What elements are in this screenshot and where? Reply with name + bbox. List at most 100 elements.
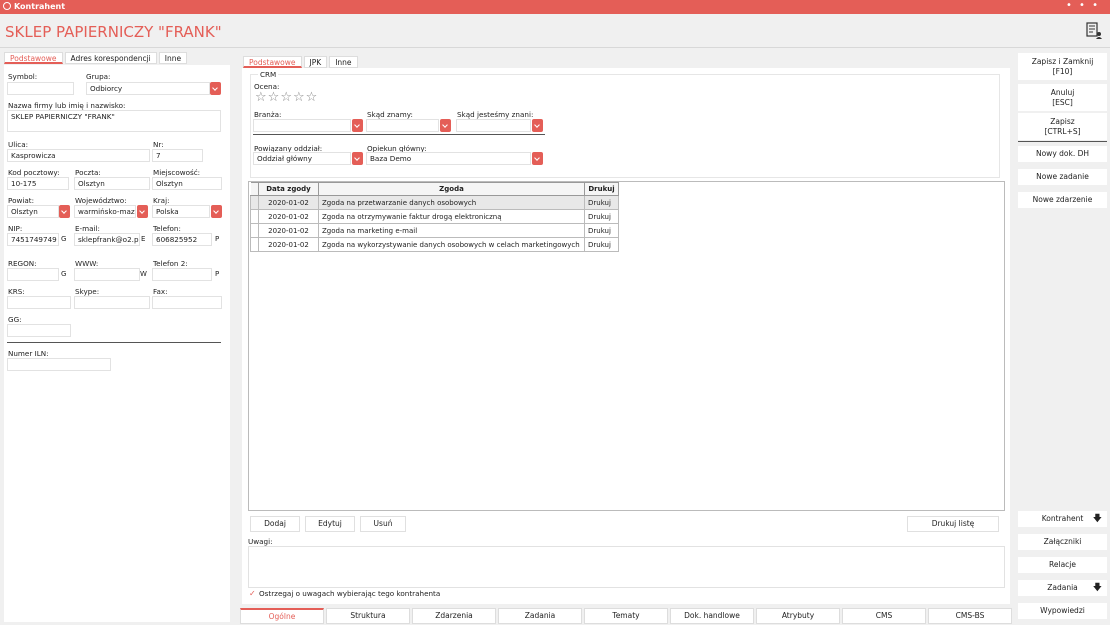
kontrahent-button[interactable]: Kontrahent 🡇 [1018,511,1107,527]
drukuj-liste-button[interactable]: Drukuj listę [907,516,999,532]
usun-button[interactable]: Usuń [360,516,406,532]
skad-jestesmy-select[interactable] [456,119,531,132]
wojewodztwo-dropdown-icon[interactable] [137,205,148,218]
iln-input[interactable] [7,358,111,371]
regon-gus-button[interactable]: G [61,268,66,280]
cell-zgoda: Zgoda na przetwarzanie danych osobowych [318,195,585,210]
tab-struktura[interactable]: Struktura [326,608,410,624]
email-input[interactable]: sklepfrank@o2.pl [74,233,140,246]
ostrzegaj-checkbox-icon[interactable]: ✓ [249,589,256,598]
star-icon[interactable]: ☆ [293,91,305,104]
krs-input[interactable] [7,296,71,309]
tab-ogolne[interactable]: Ogólne [240,608,324,624]
uwagi-textarea[interactable] [248,546,1005,588]
kraj-dropdown-icon[interactable] [211,205,222,218]
nowy-dok-dh-button[interactable]: Nowy dok. DH [1018,146,1107,162]
powiat-select[interactable]: Olsztyn [7,205,59,218]
grupa-dropdown-icon[interactable] [210,82,221,95]
table-row[interactable]: 2020-01-02 Zgoda na przetwarzanie danych… [250,195,619,210]
drukuj-button[interactable]: Drukuj [584,237,619,252]
zapisz-i-zamknij-button[interactable]: Zapisz i Zamknij [F10] [1018,53,1107,80]
ulica-input[interactable]: Kasprowicza [7,149,150,162]
rating-stars[interactable]: ☆ ☆ ☆ ☆ ☆ [255,91,317,104]
table-row[interactable]: 2020-01-02 Zgoda na otrzymywanie faktur … [250,209,619,224]
col-zgoda[interactable]: Zgoda [318,182,585,196]
wojewodztwo-select[interactable]: warmińsko-mazu [74,205,136,218]
wypowiedzi-button[interactable]: Wypowiedzi [1018,603,1107,619]
opiekun-select[interactable]: Baza Demo [366,152,531,165]
tab-podstawowe-mid[interactable]: Podstawowe [243,56,302,68]
www-input[interactable] [74,268,140,281]
arrow-down-icon: 🡇 [1092,583,1102,593]
star-icon[interactable]: ☆ [280,91,292,104]
tab-tematy[interactable]: Tematy [584,608,668,624]
skad-znamy-select[interactable] [366,119,439,132]
row-selector[interactable] [250,209,259,224]
miejscowosc-input[interactable]: Olsztyn [152,177,222,190]
branza-dropdown-icon[interactable] [352,119,363,132]
nowe-zadanie-button[interactable]: Nowe zadanie [1018,169,1107,185]
right-divider [1018,141,1107,142]
drukuj-button[interactable]: Drukuj [584,195,619,210]
edytuj-button[interactable]: Edytuj [305,516,355,532]
zalaczniki-button[interactable]: Załączniki [1018,534,1107,550]
oddzial-dropdown-icon[interactable] [352,152,363,165]
tab-inne[interactable]: Inne [158,52,188,64]
col-data-zgody[interactable]: Data zgody [258,182,319,196]
star-icon[interactable]: ☆ [306,91,318,104]
star-icon[interactable]: ☆ [268,91,280,104]
star-icon[interactable]: ☆ [255,91,267,104]
tab-zdarzenia[interactable]: Zdarzenia [412,608,496,624]
nip-input[interactable]: 7451749749 [7,233,59,246]
kraj-select[interactable]: Polska [152,205,210,218]
row-selector[interactable] [250,223,259,238]
drukuj-button[interactable]: Drukuj [584,209,619,224]
zadania-button[interactable]: Zadania 🡇 [1018,580,1107,596]
poczta-input[interactable]: Olsztyn [74,177,150,190]
oddzial-select[interactable]: Oddział główny [253,152,351,165]
contact-details-icon[interactable] [1086,22,1102,40]
tab-dok-handlowe[interactable]: Dok. handlowe [670,608,754,624]
tab-inne-mid[interactable]: Inne [329,56,358,68]
table-row[interactable]: 2020-01-02 Zgoda na marketing e-mail Dru… [250,223,619,238]
nip-gus-button[interactable]: G [61,233,66,245]
symbol-input[interactable] [7,82,74,95]
row-selector[interactable] [250,237,259,252]
dodaj-button[interactable]: Dodaj [250,516,300,532]
telefon2-call-button[interactable]: P [215,268,219,280]
tab-adres-korespondencji[interactable]: Adres korespondencji [64,52,157,64]
row-selector[interactable] [250,195,259,210]
telefon-call-button[interactable]: P [215,233,219,245]
fax-input[interactable] [152,296,222,309]
email-send-button[interactable]: E [141,233,145,245]
branza-select[interactable] [253,119,351,132]
tab-zadania[interactable]: Zadania [498,608,582,624]
tab-atrybuty[interactable]: Atrybuty [756,608,840,624]
tab-jpk[interactable]: JPK [303,56,328,68]
skype-input[interactable] [74,296,150,309]
col-drukuj[interactable]: Drukuj [584,182,619,196]
telefon-input[interactable]: 606825952 [152,233,212,246]
tab-cms-bs[interactable]: CMS-BS [928,608,1012,624]
nazwa-input[interactable]: SKLEP PAPIERNICZY "FRANK" [7,110,221,132]
anuluj-button[interactable]: Anuluj [ESC] [1018,84,1107,111]
relacje-button[interactable]: Relacje [1018,557,1107,573]
table-row[interactable]: 2020-01-02 Zgoda na wykorzystywanie dany… [250,237,619,252]
www-open-button[interactable]: W [140,268,147,280]
tab-cms[interactable]: CMS [842,608,926,624]
powiat-dropdown-icon[interactable] [59,205,70,218]
drukuj-button[interactable]: Drukuj [584,223,619,238]
gg-input[interactable] [7,324,71,337]
skad-jestesmy-dropdown-icon[interactable] [532,119,543,132]
nowe-zdarzenie-button[interactable]: Nowe zdarzenie [1018,192,1107,208]
nr-input[interactable]: 7 [152,149,203,162]
regon-input[interactable] [7,268,59,281]
window-menu-icon[interactable]: • • • [1066,0,1100,12]
zapisz-button[interactable]: Zapisz [CTRL+S] [1018,113,1107,140]
opiekun-dropdown-icon[interactable] [532,152,543,165]
telefon2-input[interactable] [152,268,212,281]
skad-znamy-dropdown-icon[interactable] [440,119,451,132]
grupa-select[interactable]: Odbiorcy [86,82,210,95]
tab-podstawowe[interactable]: Podstawowe [4,52,63,64]
kod-input[interactable]: 10-175 [7,177,69,190]
